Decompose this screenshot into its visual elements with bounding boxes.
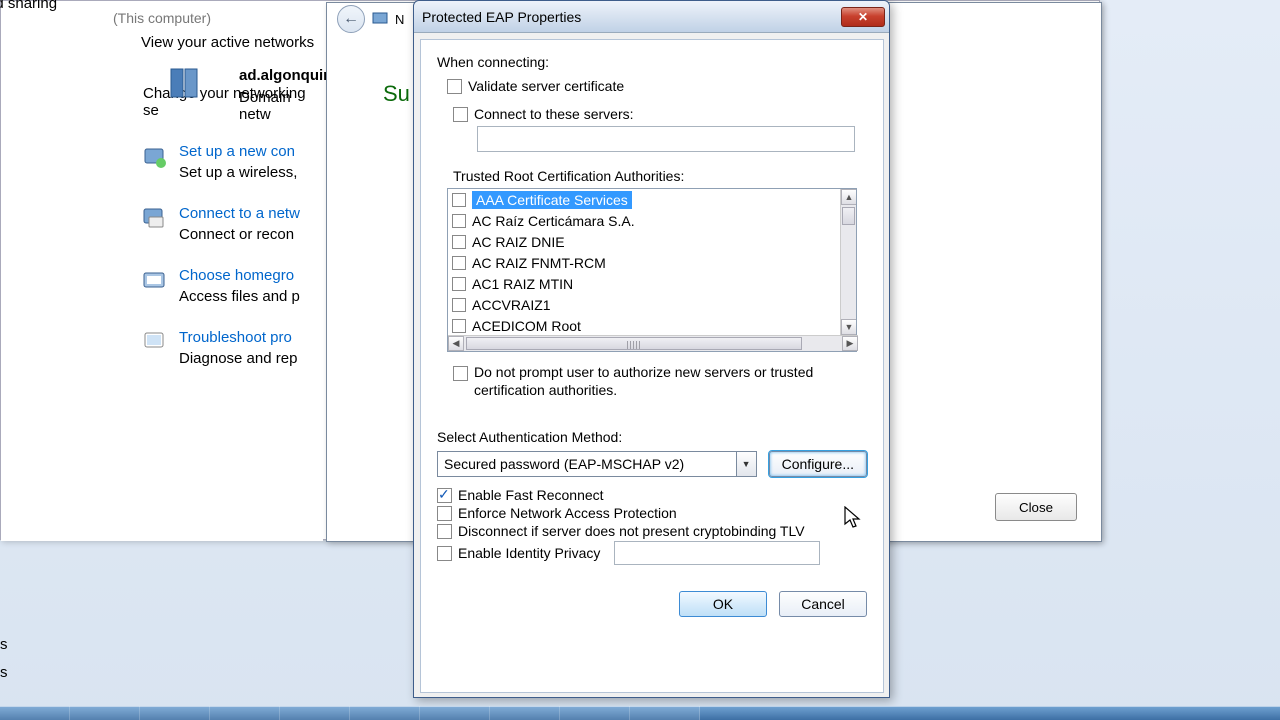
- taskbar-item[interactable]: [420, 706, 490, 720]
- taskbar-item[interactable]: [210, 706, 280, 720]
- dialog-title: Protected EAP Properties: [422, 9, 581, 25]
- this-computer-label: (This computer): [1, 10, 323, 26]
- setup-conn-icon: [141, 143, 179, 175]
- connect-servers-label: Connect to these servers:: [474, 106, 634, 122]
- scroll-up-icon[interactable]: ▲: [841, 189, 856, 205]
- ca-checkbox[interactable]: [452, 235, 466, 249]
- dialog-titlebar[interactable]: Protected EAP Properties ✕: [414, 1, 889, 33]
- taskbar-item[interactable]: [0, 706, 70, 720]
- ca-list-box: AAA Certificate Services AC Raíz Certicá…: [447, 188, 857, 352]
- select-auth-label: Select Authentication Method:: [437, 429, 867, 445]
- taskbar-item[interactable]: [560, 706, 630, 720]
- ca-checkbox[interactable]: [452, 298, 466, 312]
- scroll-left-icon[interactable]: ◀: [448, 336, 464, 351]
- domain-name: ad.algonquin: [239, 67, 332, 84]
- trusted-ca-label: Trusted Root Certification Authorities:: [453, 168, 867, 184]
- ca-item[interactable]: ACCVRAIZ1: [448, 294, 856, 315]
- protected-eap-dialog: Protected EAP Properties ✕ When connecti…: [413, 0, 890, 698]
- wizard-heading-partial: Su: [383, 81, 410, 107]
- enforce-nap-label: Enforce Network Access Protection: [458, 505, 677, 521]
- chevron-down-icon[interactable]: ▼: [736, 452, 756, 476]
- left-edge-text-1: s: [0, 636, 8, 653]
- disconnect-crypto-label: Disconnect if server does not present cr…: [458, 523, 805, 539]
- fast-reconnect-checkbox[interactable]: [437, 488, 452, 503]
- connect-servers-checkbox[interactable]: [453, 107, 468, 122]
- setup-connection-link[interactable]: Set up a new con: [179, 143, 295, 160]
- close-icon[interactable]: ✕: [841, 7, 885, 27]
- ca-checkbox[interactable]: [452, 277, 466, 291]
- taskbar-item[interactable]: [70, 706, 140, 720]
- identity-privacy-input[interactable]: [614, 541, 820, 565]
- scroll-right-icon[interactable]: ▶: [842, 336, 858, 351]
- server-icon: [165, 63, 205, 107]
- ca-horizontal-scrollbar[interactable]: ◀ ▶: [448, 335, 858, 351]
- configure-button[interactable]: Configure...: [769, 451, 867, 477]
- ca-item[interactable]: AC Raíz Certicámara S.A.: [448, 210, 856, 231]
- close-button[interactable]: Close: [995, 493, 1077, 521]
- validate-cert-checkbox[interactable]: [447, 79, 462, 94]
- ca-list[interactable]: AAA Certificate Services AC Raíz Certicá…: [448, 189, 856, 335]
- taskbar[interactable]: [0, 706, 1280, 720]
- troubleshoot-icon: [141, 329, 179, 361]
- ca-checkbox[interactable]: [452, 256, 466, 270]
- wizard-window-icon: [371, 9, 389, 30]
- wizard-title-partial: N: [395, 12, 404, 27]
- troubleshoot-link[interactable]: Troubleshoot pro: [179, 329, 292, 346]
- identity-privacy-checkbox[interactable]: [437, 546, 452, 561]
- ca-checkbox[interactable]: [452, 193, 466, 207]
- troubleshoot-sub: Diagnose and rep: [179, 350, 323, 367]
- domain-sub: Domain netw: [239, 89, 323, 123]
- ca-checkbox[interactable]: [452, 319, 466, 333]
- taskbar-item[interactable]: [280, 706, 350, 720]
- taskbar-item[interactable]: [140, 706, 210, 720]
- cancel-button[interactable]: Cancel: [779, 591, 867, 617]
- ca-item[interactable]: AC RAIZ DNIE: [448, 231, 856, 252]
- homegroup-icon: [141, 267, 179, 299]
- disconnect-crypto-checkbox[interactable]: [437, 524, 452, 539]
- hscroll-thumb[interactable]: [466, 337, 802, 350]
- connect-network-sub: Connect or recon: [179, 226, 323, 243]
- ca-item[interactable]: AC1 RAIZ MTIN: [448, 273, 856, 294]
- ca-item[interactable]: AC RAIZ FNMT-RCM: [448, 252, 856, 273]
- view-networks-label: View your active networks: [141, 34, 323, 51]
- taskbar-item[interactable]: [490, 706, 560, 720]
- taskbar-item[interactable]: [350, 706, 420, 720]
- connect-network-link[interactable]: Connect to a netw: [179, 205, 300, 222]
- left-edge-text-2: s: [0, 664, 8, 681]
- connect-network-icon: [141, 205, 179, 237]
- taskbar-item[interactable]: [630, 706, 700, 720]
- no-prompt-checkbox[interactable]: [453, 366, 468, 381]
- fast-reconnect-label: Enable Fast Reconnect: [458, 487, 604, 503]
- back-button[interactable]: ←: [337, 5, 365, 33]
- ca-item[interactable]: AAA Certificate Services: [448, 189, 856, 210]
- ca-item[interactable]: ACEDICOM Root: [448, 315, 856, 335]
- when-connecting-label: When connecting:: [437, 54, 867, 70]
- ok-button[interactable]: OK: [679, 591, 767, 617]
- no-prompt-label: Do not prompt user to authorize new serv…: [474, 364, 814, 399]
- connect-servers-input[interactable]: [477, 126, 855, 152]
- homegroup-sub: Access files and p: [179, 288, 323, 305]
- auth-method-select[interactable]: Secured password (EAP-MSCHAP v2) ▼: [437, 451, 757, 477]
- homegroup-link[interactable]: Choose homegro: [179, 267, 294, 284]
- identity-privacy-label: Enable Identity Privacy: [458, 545, 600, 561]
- enforce-nap-checkbox[interactable]: [437, 506, 452, 521]
- scroll-down-icon[interactable]: ▼: [841, 319, 856, 335]
- ca-vertical-scrollbar[interactable]: ▲ ▼: [840, 189, 856, 335]
- validate-cert-label: Validate server certificate: [468, 78, 624, 94]
- scroll-thumb[interactable]: [842, 207, 855, 225]
- ca-checkbox[interactable]: [452, 214, 466, 228]
- setup-connection-sub: Set up a wireless,: [179, 164, 323, 181]
